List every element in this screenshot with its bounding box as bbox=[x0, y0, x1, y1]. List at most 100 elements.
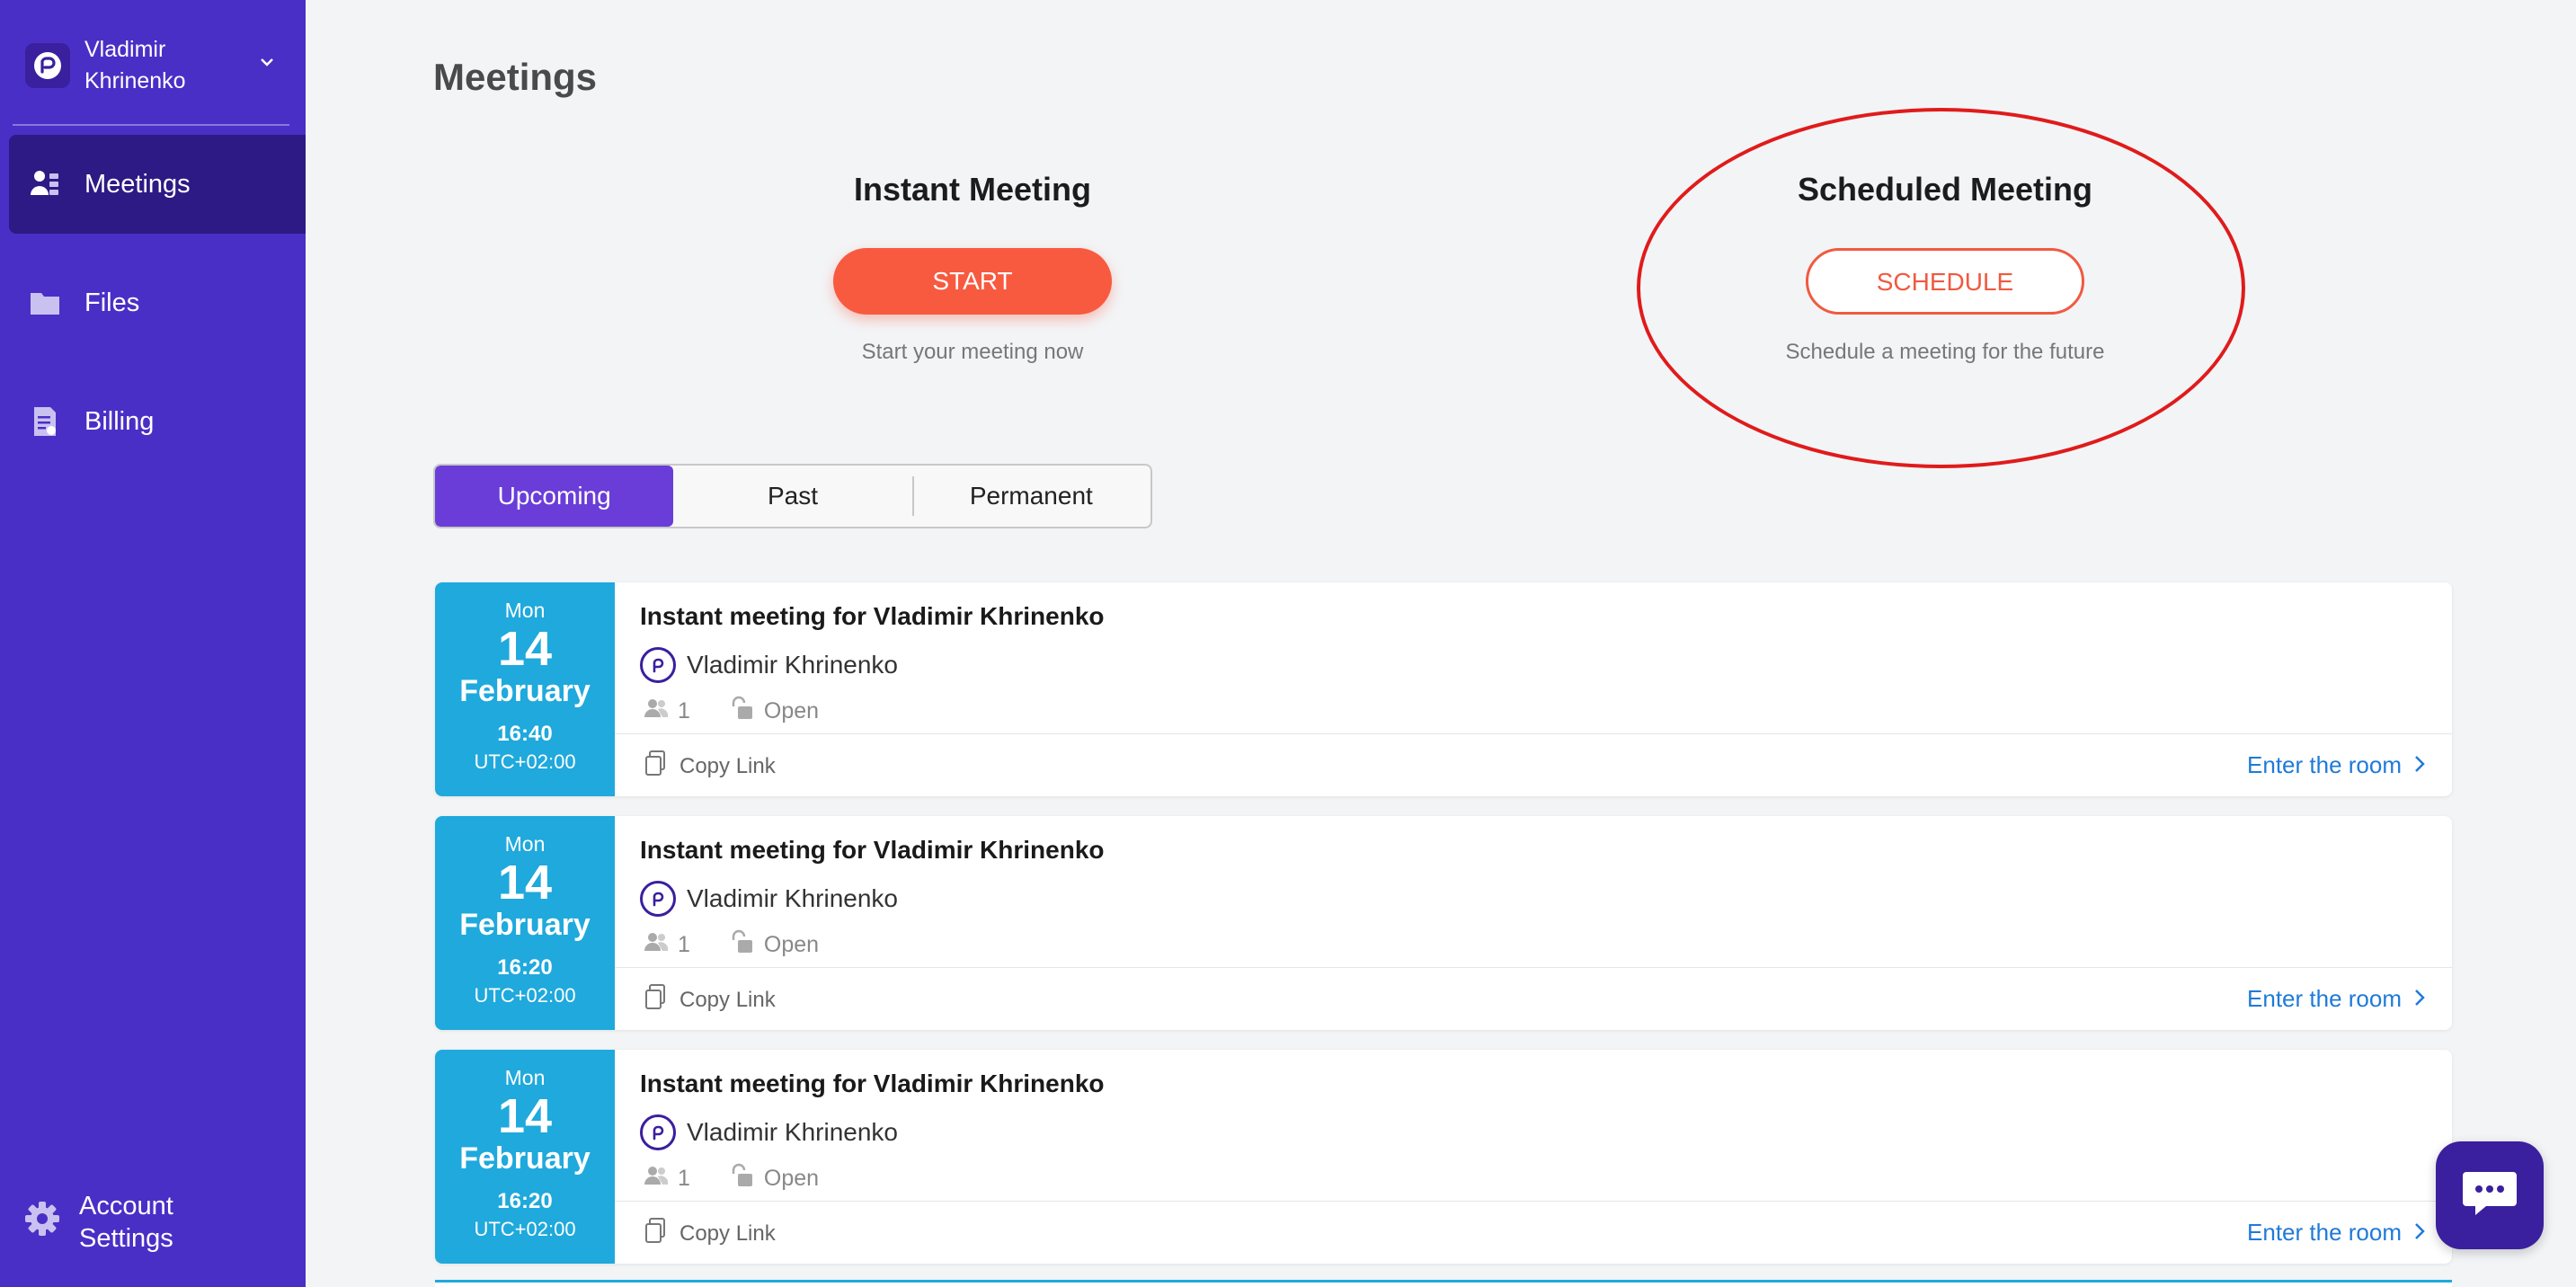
next-meeting-card-edge bbox=[435, 1280, 2452, 1287]
main-content: Meetings Instant Meeting START Start you… bbox=[306, 0, 2576, 1287]
meeting-card: Mon 14 February 16:20 UTC+02:00 Instant … bbox=[435, 1050, 2452, 1264]
meeting-time: 16:20 bbox=[497, 955, 553, 980]
tab-past[interactable]: Past bbox=[673, 466, 911, 527]
meeting-card: Mon 14 February 16:40 UTC+02:00 Instant … bbox=[435, 582, 2452, 796]
access-status: Open bbox=[763, 1166, 820, 1191]
chat-bubble-icon bbox=[2461, 1168, 2518, 1223]
date-box: Mon 14 February 16:40 UTC+02:00 bbox=[435, 582, 615, 796]
sidebar-item-label: Files bbox=[84, 288, 140, 317]
scheduled-meeting-subtitle: Schedule a meeting for the future bbox=[1785, 340, 2105, 364]
card-divider bbox=[615, 967, 2452, 968]
tab-permanent[interactable]: Permanent bbox=[911, 466, 1150, 527]
sidebar: Vladimir Khrinenko Meetings Files Billin… bbox=[0, 0, 306, 1287]
sidebar-item-label: Billing bbox=[84, 406, 155, 436]
sidebar-item-billing[interactable]: Billing bbox=[9, 372, 306, 471]
chevron-right-icon bbox=[2414, 1219, 2425, 1247]
participants-icon bbox=[644, 698, 669, 724]
host-name: Vladimir Khrinenko bbox=[687, 651, 898, 679]
host-name: Vladimir Khrinenko bbox=[687, 884, 898, 912]
meeting-meta: 1 Open bbox=[644, 929, 819, 961]
copy-icon bbox=[644, 983, 667, 1016]
unlock-icon bbox=[730, 1163, 755, 1194]
sidebar-item-label: Account Settings bbox=[79, 1192, 173, 1253]
copy-link-label: Copy Link bbox=[680, 1220, 776, 1246]
meeting-month: February bbox=[459, 674, 591, 708]
tab-upcoming[interactable]: Upcoming bbox=[435, 466, 674, 527]
meeting-title: Instant meeting for Vladimir Khrinenko bbox=[640, 1070, 1105, 1097]
user-menu[interactable]: Vladimir Khrinenko bbox=[25, 32, 286, 99]
meeting-meta: 1 Open bbox=[644, 1163, 819, 1194]
copy-link-button[interactable]: Copy Link bbox=[644, 983, 776, 1016]
date-box: Mon 14 February 16:20 UTC+02:00 bbox=[435, 1050, 615, 1264]
meeting-month: February bbox=[459, 1141, 591, 1176]
participants-icon bbox=[644, 932, 669, 958]
meeting-day: 14 bbox=[497, 1089, 553, 1143]
meeting-timezone: UTC+02:00 bbox=[474, 750, 576, 773]
gear-icon bbox=[23, 1200, 61, 1246]
enter-room-label: Enter the room bbox=[2247, 751, 2402, 778]
scheduled-meeting-heading: Scheduled Meeting bbox=[1797, 171, 2093, 208]
folder-icon bbox=[27, 285, 63, 321]
meeting-host: Vladimir Khrinenko bbox=[640, 1114, 898, 1150]
schedule-button[interactable]: SCHEDULE bbox=[1806, 248, 2084, 315]
sidebar-item-meetings[interactable]: Meetings bbox=[9, 135, 306, 234]
page-title: Meetings bbox=[433, 56, 598, 98]
sidebar-item-files[interactable]: Files bbox=[9, 253, 306, 352]
meeting-weekday: Mon bbox=[504, 832, 546, 856]
sidebar-item-label: Meetings bbox=[84, 169, 191, 199]
meeting-day: 14 bbox=[497, 856, 553, 910]
copy-icon bbox=[644, 750, 667, 783]
copy-link-label: Copy Link bbox=[680, 987, 776, 1012]
chevron-down-icon[interactable] bbox=[257, 52, 277, 76]
meeting-card: Mon 14 February 16:20 UTC+02:00 Instant … bbox=[435, 816, 2452, 1030]
app-logo-icon bbox=[25, 43, 70, 88]
invoice-icon bbox=[27, 404, 63, 439]
chevron-right-icon bbox=[2414, 985, 2425, 1013]
instant-meeting-subtitle: Start your meeting now bbox=[861, 340, 1084, 364]
meeting-time: 16:20 bbox=[497, 1189, 553, 1213]
participant-count: 1 bbox=[678, 932, 690, 957]
meeting-host: Vladimir Khrinenko bbox=[640, 647, 898, 683]
meeting-day: 14 bbox=[497, 622, 553, 676]
card-divider bbox=[615, 733, 2452, 734]
meeting-meta: 1 Open bbox=[644, 696, 819, 727]
host-avatar-icon bbox=[640, 1114, 676, 1150]
scheduled-meeting-panel: Scheduled Meeting SCHEDULE Schedule a me… bbox=[1675, 171, 2215, 365]
enter-room-link[interactable]: Enter the room bbox=[2247, 985, 2425, 1013]
copy-link-label: Copy Link bbox=[680, 753, 776, 778]
meeting-month: February bbox=[459, 908, 591, 942]
card-divider bbox=[615, 1201, 2452, 1202]
participant-count: 1 bbox=[678, 1166, 690, 1191]
unlock-icon bbox=[730, 929, 755, 961]
people-icon bbox=[27, 166, 63, 202]
copy-link-button[interactable]: Copy Link bbox=[644, 750, 776, 783]
meeting-title: Instant meeting for Vladimir Khrinenko bbox=[640, 836, 1105, 864]
start-button[interactable]: START bbox=[833, 248, 1112, 315]
meeting-tabs: Upcoming Past Permanent bbox=[433, 464, 1152, 528]
enter-room-label: Enter the room bbox=[2247, 985, 2402, 1012]
access-status: Open bbox=[763, 932, 820, 957]
host-avatar-icon bbox=[640, 647, 676, 683]
access-status: Open bbox=[763, 698, 820, 723]
copy-link-button[interactable]: Copy Link bbox=[644, 1217, 776, 1250]
date-box: Mon 14 February 16:20 UTC+02:00 bbox=[435, 816, 615, 1030]
user-name: Vladimir Khrinenko bbox=[84, 37, 186, 93]
meeting-host: Vladimir Khrinenko bbox=[640, 881, 898, 917]
sidebar-item-account-settings[interactable]: Account Settings bbox=[23, 1186, 223, 1258]
chat-widget-button[interactable] bbox=[2436, 1141, 2544, 1249]
host-avatar-icon bbox=[640, 881, 676, 917]
unlock-icon bbox=[730, 696, 755, 727]
enter-room-link[interactable]: Enter the room bbox=[2247, 751, 2425, 779]
participants-icon bbox=[644, 1166, 669, 1192]
enter-room-link[interactable]: Enter the room bbox=[2247, 1219, 2425, 1247]
instant-meeting-heading: Instant Meeting bbox=[853, 171, 1091, 208]
chevron-right-icon bbox=[2414, 751, 2425, 779]
meeting-timezone: UTC+02:00 bbox=[474, 1218, 576, 1240]
enter-room-label: Enter the room bbox=[2247, 1219, 2402, 1246]
meeting-time: 16:40 bbox=[497, 722, 553, 746]
host-name: Vladimir Khrinenko bbox=[687, 1118, 898, 1146]
meeting-title: Instant meeting for Vladimir Khrinenko bbox=[640, 602, 1105, 630]
meeting-timezone: UTC+02:00 bbox=[474, 984, 576, 1007]
copy-icon bbox=[644, 1217, 667, 1250]
instant-meeting-panel: Instant Meeting START Start your meeting… bbox=[703, 171, 1242, 365]
